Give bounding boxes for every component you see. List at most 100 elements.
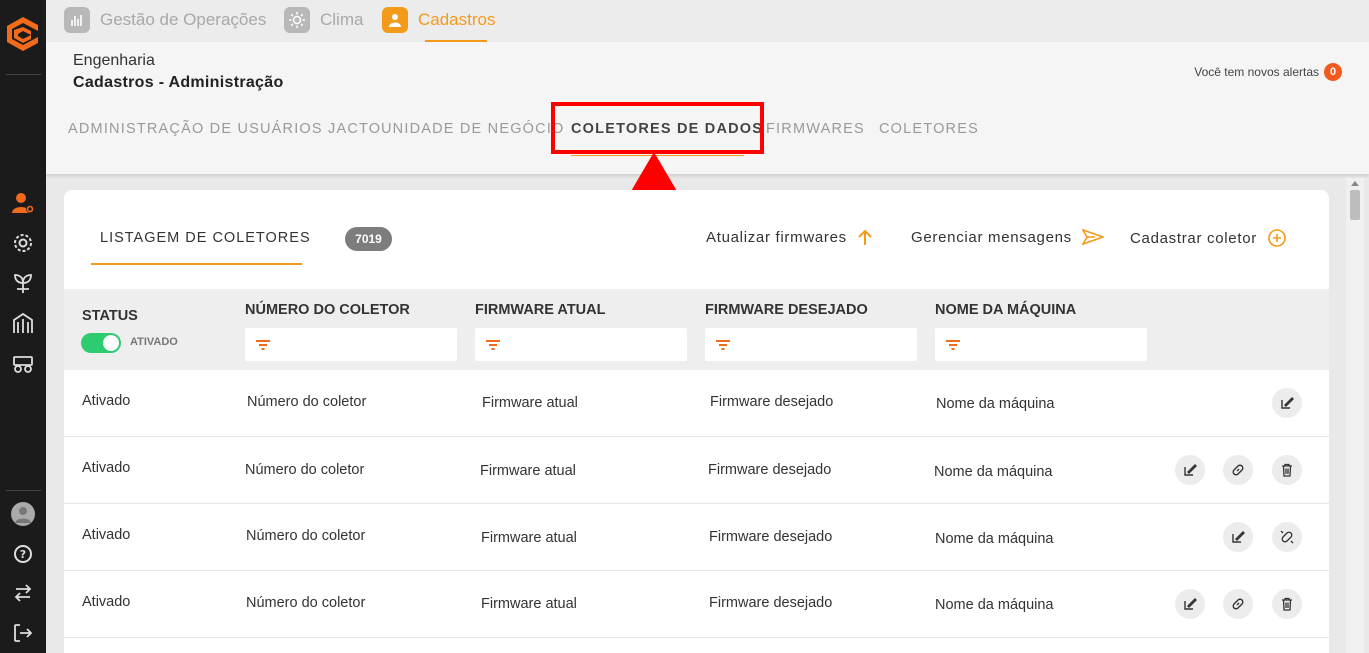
link-button[interactable] [1223, 455, 1253, 485]
column-header-machine: NOME DA MÁQUINA [935, 302, 1077, 318]
plus-circle-icon [1268, 229, 1286, 247]
chart-icon [64, 7, 90, 33]
arrow-up-icon [858, 229, 872, 245]
cell-machine: Nome da máquina [935, 597, 1054, 613]
table-row: Ativado Número do coletor Firmware atual… [64, 504, 1329, 571]
filter-current-firmware-input[interactable] [475, 328, 687, 361]
tab-coletores[interactable]: COLETORES [879, 121, 979, 137]
tab-unidade-negocio[interactable]: UNIDADE DE NEGÓCIO [381, 121, 565, 137]
svg-text:?: ? [20, 548, 26, 561]
filter-number-input[interactable] [245, 328, 457, 361]
edit-button[interactable] [1223, 522, 1253, 552]
page-title: Cadastros - Administração [73, 74, 284, 91]
alerts-badge: 0 [1324, 63, 1342, 81]
jacto-logo-icon[interactable] [5, 14, 41, 54]
nav-cadastros[interactable]: Cadastros [382, 7, 495, 33]
cell-status: Ativado [82, 594, 131, 610]
cell-desired-firmware: Firmware desejado [710, 394, 834, 410]
register-collector-button[interactable]: Cadastrar coletor [1130, 228, 1287, 248]
sidebar: ? [0, 0, 46, 653]
unlink-button[interactable] [1272, 522, 1302, 552]
cell-status: Ativado [82, 460, 131, 476]
plant-icon[interactable] [8, 268, 38, 298]
column-header-desired-firmware: FIRMWARE DESEJADO [705, 302, 868, 318]
edit-icon [1281, 397, 1294, 409]
cell-desired-firmware: Firmware desejado [709, 529, 833, 545]
column-header-number: NÚMERO DO COLETOR [245, 302, 410, 318]
collectors-card: LISTAGEM DE COLETORES 7019 Atualizar fir… [64, 190, 1329, 653]
sidebar-divider [6, 490, 41, 491]
action-label: Gerenciar mensagens [911, 228, 1072, 246]
delete-button[interactable] [1272, 455, 1302, 485]
status-toggle[interactable] [81, 333, 121, 353]
edit-button[interactable] [1175, 455, 1205, 485]
machine-icon[interactable] [8, 348, 38, 378]
link-icon [1232, 464, 1244, 476]
table-row: Ativado Número do coletor Firmware atual… [64, 571, 1329, 638]
alerts-label: Você tem novos alertas [1194, 65, 1319, 79]
user-settings-icon[interactable] [8, 188, 38, 218]
delete-button[interactable] [1272, 589, 1302, 619]
link-button[interactable] [1223, 589, 1253, 619]
column-header-current-firmware: FIRMWARE ATUAL [475, 302, 606, 318]
filter-machine-input[interactable] [935, 328, 1147, 361]
action-label: Cadastrar coletor [1130, 229, 1257, 247]
scroll-up-icon[interactable] [1351, 181, 1359, 186]
active-tab-indicator [91, 263, 302, 265]
cell-number: Número do coletor [245, 462, 365, 478]
edit-icon [1184, 464, 1197, 476]
link-icon [1232, 598, 1244, 610]
nav-label: Gestão de Operações [100, 10, 267, 29]
filter-icon [486, 340, 500, 350]
send-icon [1081, 228, 1104, 246]
manage-messages-button[interactable]: Gerenciar mensagens [911, 228, 1104, 246]
cell-machine: Nome da máquina [934, 464, 1053, 480]
tab-listagem-coletores[interactable]: LISTAGEM DE COLETORES [100, 230, 311, 246]
table-header: STATUS ATIVADO NÚMERO DO COLETOR FIRMWAR… [64, 289, 1329, 370]
tab-administracao-usuarios[interactable]: ADMINISTRAÇÃO DE USUÁRIOS JACTO [68, 121, 381, 137]
trash-icon [1282, 597, 1292, 611]
nav-clima[interactable]: Clima [284, 7, 363, 33]
filter-icon [256, 340, 270, 350]
cell-number: Número do coletor [246, 595, 366, 611]
edit-button[interactable] [1175, 589, 1205, 619]
count-badge: 7019 [345, 227, 392, 251]
cell-current-firmware: Firmware atual [481, 530, 577, 546]
cell-number: Número do coletor [247, 394, 367, 410]
trash-icon [1282, 463, 1292, 477]
alerts-notice[interactable]: Você tem novos alertas 0 [1194, 63, 1342, 81]
cell-status: Ativado [82, 527, 131, 543]
edit-icon [1184, 598, 1197, 610]
action-label: Atualizar firmwares [706, 228, 847, 246]
logout-icon[interactable] [8, 618, 38, 648]
cell-number: Número do coletor [246, 528, 366, 544]
settings-icon[interactable] [8, 228, 38, 258]
cell-desired-firmware: Firmware desejado [708, 462, 832, 478]
column-header-status: STATUS [82, 308, 138, 324]
cell-current-firmware: Firmware atual [481, 596, 577, 612]
scrollbar[interactable] [1346, 178, 1364, 653]
switch-icon[interactable] [8, 578, 38, 608]
cell-current-firmware: Firmware atual [482, 395, 578, 411]
nav-gestao-operacoes[interactable]: Gestão de Operações [64, 7, 266, 33]
cell-current-firmware: Firmware atual [480, 463, 576, 479]
cell-desired-firmware: Firmware desejado [709, 595, 833, 611]
filter-icon [716, 340, 730, 350]
filter-desired-firmware-input[interactable] [705, 328, 917, 361]
cell-machine: Nome da máquina [936, 396, 1055, 412]
top-nav: Gestão de Operações Clima Cadastros [46, 0, 1369, 42]
page-header: Engenharia Cadastros - Administração Voc… [46, 42, 1369, 174]
update-firmwares-button[interactable]: Atualizar firmwares [706, 228, 873, 246]
edit-icon [1232, 531, 1245, 543]
unlink-icon [1280, 530, 1294, 544]
tab-firmwares[interactable]: FIRMWARES [766, 121, 865, 137]
table-row: Ativado Número do coletor Firmware atual… [64, 370, 1329, 437]
nav-label: Cadastros [418, 10, 496, 29]
sun-icon [284, 7, 310, 33]
factory-icon[interactable] [8, 308, 38, 338]
table-row: Ativado Número do coletor Firmware atual… [64, 437, 1329, 504]
edit-button[interactable] [1272, 388, 1302, 418]
scroll-thumb[interactable] [1350, 190, 1360, 220]
avatar[interactable] [8, 499, 38, 529]
help-icon[interactable]: ? [8, 539, 38, 569]
